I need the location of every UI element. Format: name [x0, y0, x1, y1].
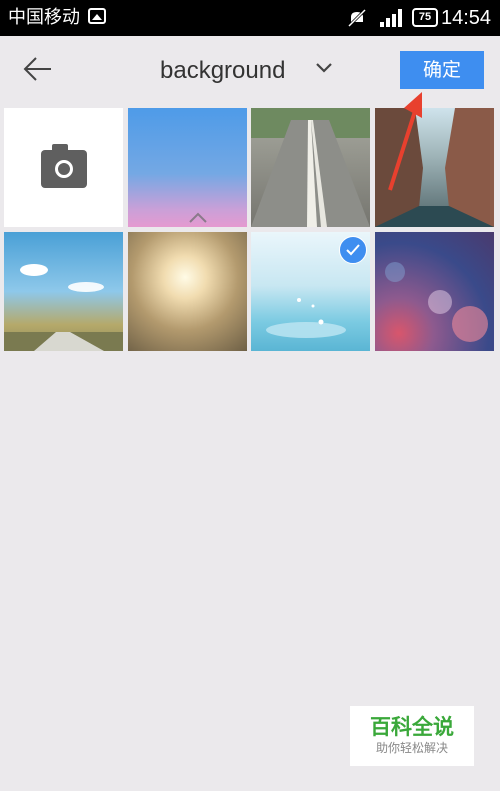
folder-title[interactable]: background: [160, 56, 285, 86]
watermark-title: 百科全说: [370, 715, 454, 739]
watermark-subtitle: 助你轻松解决: [375, 741, 448, 755]
chevron-down-icon[interactable]: [315, 62, 333, 74]
watermark: 百科全说 助你轻松解决: [350, 706, 474, 766]
muted-icon: [347, 8, 367, 28]
signal-icon: [380, 9, 402, 27]
photo-thumbnail[interactable]: [128, 108, 247, 227]
battery-icon: 75: [412, 8, 438, 27]
camera-tile[interactable]: [4, 108, 123, 227]
photo-thumbnail[interactable]: [4, 232, 123, 351]
photo-thumbnail[interactable]: [128, 232, 247, 351]
status-bar: 中国移动 75 14:54: [0, 0, 500, 36]
gallery-icon: [88, 8, 106, 24]
selected-check-icon[interactable]: [339, 236, 367, 264]
photo-thumbnail[interactable]: [251, 108, 370, 227]
annotation-arrow-icon: [388, 92, 422, 191]
arrow-left-icon[interactable]: [22, 53, 54, 85]
photo-thumbnail[interactable]: [251, 232, 370, 351]
carrier-name: 中国移动: [8, 7, 80, 28]
confirm-button[interactable]: 确定: [400, 51, 484, 89]
clock: 14:54: [441, 7, 492, 29]
photo-thumbnail[interactable]: [375, 232, 494, 351]
